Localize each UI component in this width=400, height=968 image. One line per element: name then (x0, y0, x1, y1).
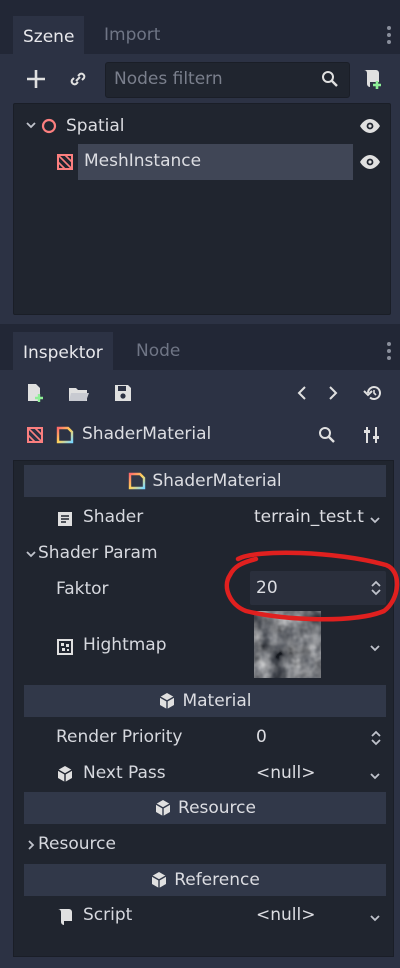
tab-szene[interactable]: Szene (13, 16, 85, 56)
history-forward-icon[interactable] (326, 385, 340, 401)
reference-cube-icon (150, 871, 168, 889)
section-title: ShaderMaterial (152, 471, 282, 491)
tree-node-meshinstance[interactable]: MeshInstance (84, 151, 201, 171)
spatial-node-icon (41, 118, 57, 134)
node-filter-placeholder: Nodes filtern (114, 69, 223, 89)
material-cube-icon (158, 692, 176, 710)
prop-label-script: Script (83, 905, 133, 925)
group-shader-param[interactable]: Shader Param (38, 543, 158, 563)
tree-node-spatial[interactable]: Spatial (66, 116, 125, 136)
chevron-down-icon[interactable] (369, 771, 381, 781)
chevron-down-icon[interactable] (369, 643, 381, 653)
faktor-spinbox[interactable]: 20 (250, 571, 386, 605)
prop-value-next-pass[interactable]: <null> (256, 763, 315, 783)
section-shadermaterial[interactable]: ShaderMaterial (24, 465, 386, 497)
shader-material-icon (128, 472, 146, 490)
hightmap-texture-preview[interactable] (254, 611, 321, 678)
visibility-eye-icon[interactable] (359, 154, 381, 170)
object-properties-icon[interactable] (362, 425, 382, 445)
script-icon (56, 907, 74, 927)
history-icon[interactable] (363, 384, 383, 402)
prop-value-shader[interactable]: terrain_test.t (254, 507, 379, 527)
chevron-down-icon[interactable] (369, 515, 381, 525)
open-folder-icon[interactable] (68, 385, 90, 403)
scene-tabbar: Szene Import (0, 14, 400, 56)
group-collapsed-chevron-icon[interactable] (25, 839, 37, 851)
mesh-instance-icon (26, 426, 44, 444)
inspector-dock-menu-icon[interactable] (387, 342, 391, 363)
instance-link-icon[interactable] (68, 69, 88, 89)
noise-texture-icon (56, 638, 74, 656)
prop-value-script[interactable]: <null> (256, 905, 315, 925)
shader-icon (56, 510, 74, 528)
prop-value-faktor: 20 (256, 578, 278, 598)
scene-dock-menu-icon[interactable] (387, 26, 391, 47)
search-icon (321, 70, 339, 88)
section-resource[interactable]: Resource (24, 792, 386, 824)
prop-label-render-priority: Render Priority (56, 727, 183, 747)
inspected-object-title[interactable]: ShaderMaterial (82, 424, 211, 444)
section-reference[interactable]: Reference (24, 864, 386, 896)
property-search-icon[interactable] (318, 426, 336, 444)
attach-script-icon[interactable] (362, 67, 384, 91)
resource-cube-icon (154, 799, 172, 817)
spinbox-arrows-icon[interactable] (370, 579, 382, 597)
node-filter-input[interactable]: Nodes filtern (105, 62, 350, 98)
material-cube-icon (56, 765, 74, 783)
section-title: Material (182, 691, 252, 711)
prop-value-render-priority[interactable]: 0 (256, 727, 267, 747)
history-back-icon[interactable] (295, 385, 309, 401)
add-node-icon[interactable] (25, 68, 47, 90)
inspector-property-area: ShaderMaterial Shader terrain_test.t Sha… (13, 460, 394, 957)
tab-node[interactable]: Node (126, 332, 190, 370)
inspector-tabbar: Inspektor Node (0, 330, 400, 372)
spinbox-arrows-icon[interactable] (370, 729, 382, 747)
section-title: Resource (178, 798, 256, 818)
expand-chevron-icon[interactable] (25, 119, 37, 131)
visibility-eye-icon[interactable] (359, 118, 381, 134)
prop-label-shader: Shader (83, 507, 144, 527)
save-icon[interactable] (113, 383, 133, 403)
chevron-down-icon[interactable] (369, 913, 381, 923)
group-resource[interactable]: Resource (38, 834, 116, 854)
prop-label-next-pass: Next Pass (83, 763, 166, 783)
group-expand-chevron-icon[interactable] (25, 548, 37, 560)
mesh-instance-icon (56, 153, 74, 171)
prop-label-faktor: Faktor (56, 579, 109, 599)
section-material[interactable]: Material (24, 685, 386, 717)
new-resource-icon[interactable] (26, 383, 44, 403)
section-title: Reference (174, 870, 260, 890)
shader-material-icon (56, 426, 74, 444)
tab-import[interactable]: Import (94, 16, 170, 54)
prop-label-hightmap: Hightmap (83, 635, 167, 655)
tab-inspektor[interactable]: Inspektor (13, 332, 113, 372)
